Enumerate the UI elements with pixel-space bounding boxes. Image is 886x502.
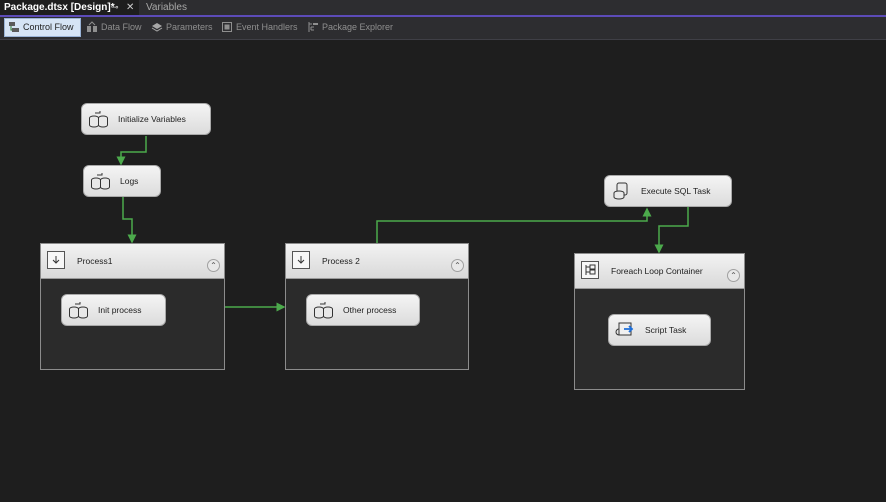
container-header: Foreach Loop Container ⌃ [575, 254, 744, 289]
container-title: Foreach Loop Container [611, 266, 703, 276]
task-label: Script Task [645, 325, 687, 335]
task-execute-sql[interactable]: Execute SQL Task [604, 175, 732, 207]
container-process2[interactable]: Process 2 ⌃ Other process [285, 243, 469, 370]
task-init-process[interactable]: Init process [61, 294, 166, 326]
container-title: Process 2 [322, 256, 360, 266]
task-label: Execute SQL Task [641, 186, 711, 196]
task-label: Initialize Variables [118, 114, 186, 124]
task-label: Other process [343, 305, 397, 315]
collapse-icon[interactable]: ⌃ [727, 269, 740, 282]
task-other-process[interactable]: Other process [306, 294, 420, 326]
script-task-icon [615, 322, 634, 336]
execute-sql-icon [613, 182, 628, 200]
connector-process2-to-sql[interactable] [376, 207, 652, 243]
task-script[interactable]: Script Task [608, 314, 711, 346]
sql-task-icon [89, 111, 108, 128]
sql-task-icon [69, 302, 88, 319]
task-label: Init process [98, 305, 142, 315]
sql-task-icon [91, 173, 110, 190]
container-header: Process1 ⌃ [41, 244, 224, 279]
sequence-container-icon [292, 251, 310, 269]
task-initialize-variables[interactable]: Initialize Variables [81, 103, 211, 135]
container-process1[interactable]: Process1 ⌃ Init process [40, 243, 225, 370]
collapse-icon[interactable]: ⌃ [451, 259, 464, 272]
task-logs[interactable]: Logs [83, 165, 161, 197]
connector-init-to-logs[interactable] [116, 136, 147, 166]
connector-sql-to-foreach[interactable] [654, 207, 689, 254]
task-label: Logs [120, 176, 139, 186]
foreach-loop-icon [581, 261, 599, 279]
sequence-container-icon [47, 251, 65, 269]
connector-logs-to-process1[interactable] [122, 197, 137, 244]
container-header: Process 2 ⌃ [286, 244, 468, 279]
collapse-icon[interactable]: ⌃ [207, 259, 220, 272]
sql-task-icon [314, 302, 333, 319]
container-foreach-loop[interactable]: Foreach Loop Container ⌃ Script Task [574, 253, 745, 390]
container-title: Process1 [77, 256, 113, 266]
